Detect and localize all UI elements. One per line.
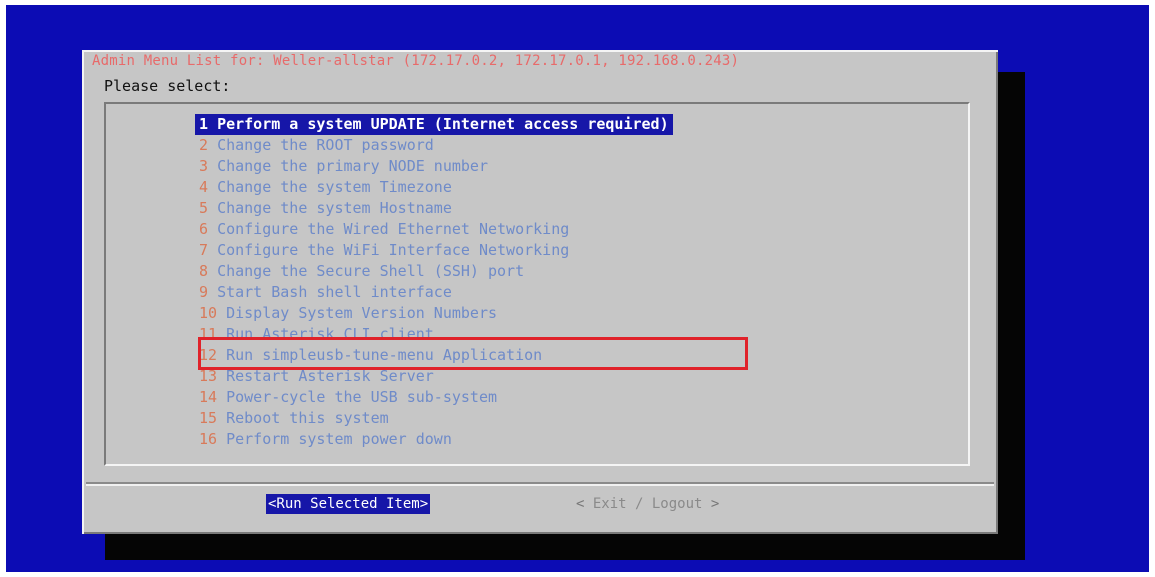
menu-item-label: Perform system power down <box>226 430 452 448</box>
menu-item-change-timezone[interactable]: 4 Change the system Timezone <box>195 177 673 198</box>
exit-logout-label: Exit / Logout <box>592 496 703 512</box>
annotation-highlight-box <box>198 337 748 370</box>
run-selected-item-button[interactable]: <Run Selected Item> <box>266 494 431 514</box>
menu-item-tag: 6 <box>199 220 209 238</box>
menu-item-change-root-password[interactable]: 2 Change the ROOT password <box>195 135 673 156</box>
menu-item-power-down[interactable]: 16 Perform system power down <box>195 429 673 450</box>
menu-item-tag: 10 <box>199 304 218 322</box>
menu-item-tag: 1 <box>199 115 209 133</box>
menu-item-label: Change the primary NODE number <box>217 157 488 175</box>
menu-item-change-node-number[interactable]: 3 Change the primary NODE number <box>195 156 673 177</box>
menu-item-reboot[interactable]: 15 Reboot this system <box>195 408 673 429</box>
menu-item-tag: 9 <box>199 283 209 301</box>
menu-item-label: Change the system Timezone <box>217 178 452 196</box>
menu-list: 1 Perform a system UPDATE (Internet acce… <box>195 114 673 450</box>
menu-item-bash-shell[interactable]: 9 Start Bash shell interface <box>195 282 673 303</box>
menu-item-tag: 14 <box>199 388 218 406</box>
dialog-title: Admin Menu List for: Weller-allstar (172… <box>92 52 740 70</box>
admin-menu-dialog: Admin Menu List for: Weller-allstar (172… <box>82 50 998 534</box>
menu-item-label: Change the Secure Shell (SSH) port <box>217 262 525 280</box>
menu-item-change-ssh-port[interactable]: 8 Change the Secure Shell (SSH) port <box>195 261 673 282</box>
menu-item-label: Perform a system UPDATE (Internet access… <box>217 115 669 133</box>
menu-item-version-numbers[interactable]: 10 Display System Version Numbers <box>195 303 673 324</box>
menu-item-label: Reboot this system <box>226 409 389 427</box>
menu-item-label: Configure the Wired Ethernet Networking <box>217 220 570 238</box>
menu-item-tag: 16 <box>199 430 218 448</box>
menu-item-tag: 4 <box>199 178 209 196</box>
menu-item-change-hostname[interactable]: 5 Change the system Hostname <box>195 198 673 219</box>
chevron-left-icon: < <box>576 496 585 512</box>
menu-item-label: Change the ROOT password <box>217 136 434 154</box>
menu-item-tag: 15 <box>199 409 218 427</box>
menu-item-label: Start Bash shell interface <box>217 283 452 301</box>
menu-item-tag: 5 <box>199 199 209 217</box>
menu-item-tag: 2 <box>199 136 209 154</box>
chevron-right-icon: > <box>710 496 720 512</box>
menu-item-configure-ethernet[interactable]: 6 Configure the Wired Ethernet Networkin… <box>195 219 673 240</box>
menu-item-system-update[interactable]: 1 Perform a system UPDATE (Internet acce… <box>195 114 673 135</box>
menu-item-tag: 3 <box>199 157 209 175</box>
exit-logout-button[interactable]: < Exit / Logout > <box>576 494 719 514</box>
menu-item-tag: 8 <box>199 262 209 280</box>
dialog-prompt: Please select: <box>104 77 231 95</box>
menu-item-label: Power-cycle the USB sub-system <box>226 388 498 406</box>
menu-item-label: Display System Version Numbers <box>226 304 498 322</box>
menu-item-power-cycle-usb[interactable]: 14 Power-cycle the USB sub-system <box>195 387 673 408</box>
menu-item-label: Change the system Hostname <box>217 199 452 217</box>
button-divider <box>86 482 994 486</box>
menu-item-label: Configure the WiFi Interface Networking <box>217 241 570 259</box>
menu-item-tag: 7 <box>199 241 209 259</box>
menu-item-configure-wifi[interactable]: 7 Configure the WiFi Interface Networkin… <box>195 240 673 261</box>
